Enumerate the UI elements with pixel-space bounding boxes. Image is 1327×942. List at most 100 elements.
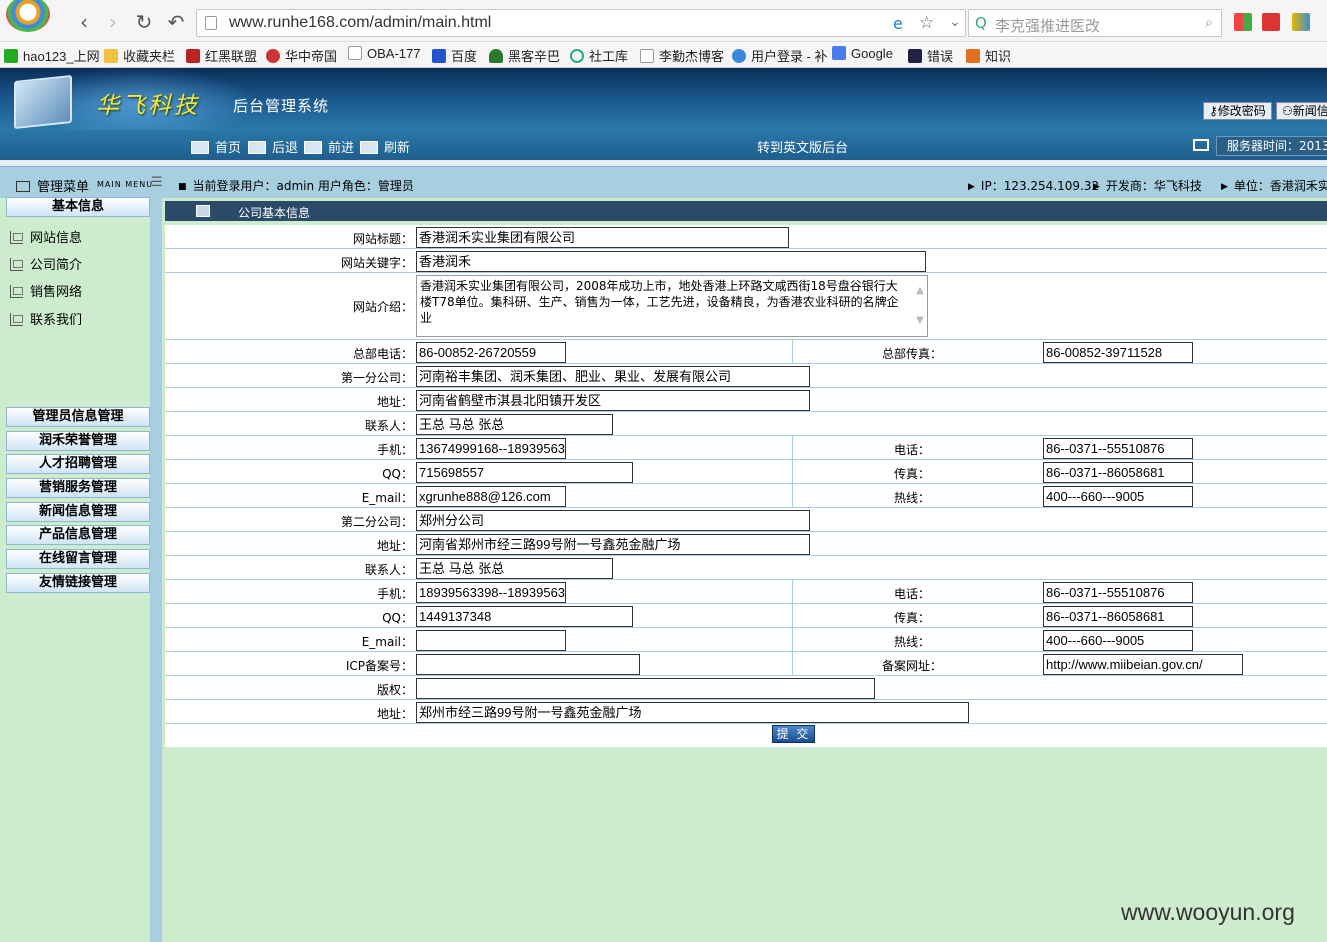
sidebar-group-recruit[interactable]: 人才招聘管理 xyxy=(6,454,150,474)
address-bar[interactable]: www.runhe168.com/admin/main.html e ☆ ⌄ xyxy=(196,9,966,37)
back-arrow-icon[interactable]: ‹ xyxy=(72,10,96,34)
bullet-icon: ■ xyxy=(178,182,187,192)
google-icon xyxy=(832,46,846,60)
branch2-name-input[interactable]: 郑州分公司 xyxy=(416,510,810,531)
reload-icon[interactable]: ↻ xyxy=(132,10,156,34)
arrow-icon: ▶ xyxy=(968,182,975,192)
bookmark-item[interactable]: hao123_上网 xyxy=(4,46,100,65)
bookmark-item[interactable]: 李勤杰博客 xyxy=(640,46,724,65)
sidebar-item-sales-network[interactable]: 销售网络 xyxy=(10,281,82,300)
company-info-form: 网站标题： 香港润禾实业集团有限公司 网站关键字： 香港润禾 网站介绍： 香港润… xyxy=(165,225,1327,747)
sidebar-group-admin[interactable]: 管理员信息管理 xyxy=(6,407,150,427)
keywords-input[interactable]: 香港润禾 xyxy=(416,251,926,272)
sidebar-group-honor[interactable]: 润禾荣誉管理 xyxy=(6,431,150,451)
back-button[interactable]: 后退 xyxy=(248,137,298,156)
branch2-mobile-input[interactable]: 18939563398--18939563 xyxy=(416,582,566,603)
bookmark-item[interactable]: 百度 xyxy=(432,46,477,65)
undo-icon[interactable]: ↶ xyxy=(164,10,188,34)
sidebar-group-links[interactable]: 友情链接管理 xyxy=(6,573,150,593)
branch1-fax-input[interactable]: 86--0371--86058681 xyxy=(1043,462,1193,483)
search-placeholder: 李克强推进医改 xyxy=(995,17,1101,35)
sidebar-group-messages[interactable]: 在线留言管理 xyxy=(6,549,150,569)
bookmark-item[interactable]: 红黑联盟 xyxy=(186,46,257,65)
url-text: www.runhe168.com/admin/main.html xyxy=(229,14,492,31)
bookmark-item[interactable]: 华中帝国 xyxy=(266,46,337,65)
panel-title: 公司基本信息 xyxy=(238,206,311,220)
icp-url-input[interactable]: http://www.miibeian.gov.cn/ xyxy=(1043,654,1243,675)
sidebar-group-products[interactable]: 产品信息管理 xyxy=(6,525,150,545)
form-row: 联系人： 王总 马总 张总 xyxy=(165,556,1327,580)
branch2-qq-label: QQ： xyxy=(382,611,413,625)
branch1-hotline-input[interactable]: 400---660---9005 xyxy=(1043,486,1193,507)
apps-icon[interactable] xyxy=(1234,13,1252,31)
intro-textarea[interactable]: 香港润禾实业集团有限公司，2008年成功上市，地处香港上环路文咸西街18号盘谷银… xyxy=(416,275,928,337)
edit-icon xyxy=(10,258,23,271)
bookmark-item[interactable]: 知识 xyxy=(966,46,1011,65)
company-logo: 华飞科技 xyxy=(96,93,200,119)
bookmark-item[interactable]: 错误 xyxy=(908,46,953,65)
sidebar-item-contact[interactable]: 联系我们 xyxy=(10,309,82,328)
refresh-button[interactable]: 刷新 xyxy=(360,137,410,156)
branch1-name-input[interactable]: 河南裕丰集团、润禾集团、肥业、果业、发展有限公司 xyxy=(416,366,810,387)
extension-icon[interactable] xyxy=(1292,13,1310,31)
arrow-icon: ▶ xyxy=(1221,182,1228,192)
forward-button[interactable]: 前进 xyxy=(304,137,354,156)
hq-fax-input[interactable]: 86-00852-39711528 xyxy=(1043,342,1193,363)
branch1-qq-input[interactable]: 715698557 xyxy=(416,462,633,483)
bookmark-item[interactable]: 用户登录 - 补 xyxy=(732,46,828,65)
bookmark-star-icon[interactable]: ☆ xyxy=(919,13,934,33)
branch2-email-label: E_mail： xyxy=(361,635,413,649)
sidebar-group-marketing[interactable]: 营销服务管理 xyxy=(6,478,150,498)
sidebar-group-news[interactable]: 新闻信息管理 xyxy=(6,502,150,522)
sidebar-item-company-intro[interactable]: 公司简介 xyxy=(10,254,82,273)
menu-title: 管理菜单 xyxy=(16,176,89,195)
form-row: 总部电话： 86-00852-26720559 总部传真： 86-00852-3… xyxy=(165,340,1327,364)
branch2-qq-input[interactable]: 1449137348 xyxy=(416,606,633,627)
bookmark-item[interactable]: OBA-177 xyxy=(348,46,420,61)
edit-icon xyxy=(10,231,23,244)
branch2-fax-input[interactable]: 86--0371--86058681 xyxy=(1043,606,1193,627)
panel-header: 公司基本信息 xyxy=(165,201,1327,221)
branch2-tel-input[interactable]: 86--0371--55510876 xyxy=(1043,582,1193,603)
news-info-button[interactable]: ⚇新闻信 xyxy=(1276,102,1327,120)
english-version-link[interactable]: 转到英文版后台 xyxy=(757,137,848,156)
branch1-tel-input[interactable]: 86--0371--55510876 xyxy=(1043,438,1193,459)
branch2-email-input[interactable] xyxy=(416,630,566,651)
forward-arrow-icon[interactable]: › xyxy=(101,10,125,34)
unit: ▶ 单位：香港润禾实 xyxy=(1221,179,1327,193)
sidebar-item-site-info[interactable]: 网站信息 xyxy=(10,227,82,246)
branch1-label: 第一分公司： xyxy=(340,371,413,385)
change-password-button[interactable]: ⚷修改密码 xyxy=(1203,102,1272,120)
scrollbar[interactable]: ▲ ▼ xyxy=(913,276,927,336)
branch1-address-input[interactable]: 河南省鹤壁市淇县北阳镇开发区 xyxy=(416,390,810,411)
branch2-hotline-input[interactable]: 400---660---9005 xyxy=(1043,630,1193,651)
sogou-icon[interactable] xyxy=(1262,13,1280,31)
branch2-contact-input[interactable]: 王总 马总 张总 xyxy=(416,558,613,579)
submit-button[interactable]: 提 交 xyxy=(772,725,815,743)
site-title-input[interactable]: 香港润禾实业集团有限公司 xyxy=(416,227,789,248)
icp-input[interactable] xyxy=(416,654,640,675)
branch1-qq-label: QQ： xyxy=(382,467,413,481)
search-go-icon[interactable]: ⌕ xyxy=(1205,15,1213,31)
branch1-contact-input[interactable]: 王总 马总 张总 xyxy=(416,414,613,435)
home-button[interactable]: 首页 xyxy=(191,137,241,156)
developer: ▶ 开发商：华飞科技 xyxy=(1093,179,1202,193)
hq-phone-input[interactable]: 86-00852-26720559 xyxy=(416,342,566,363)
search-input[interactable]: Q 李克强推进医改 ⌕ xyxy=(968,9,1222,37)
branch1-email-input[interactable]: xgrunhe888@126.com xyxy=(416,486,566,507)
ie-mode-icon[interactable]: e xyxy=(893,14,903,33)
keywords-label: 网站关键字： xyxy=(340,256,413,270)
address-input[interactable]: 郑州市经三路99号附一号鑫苑金融广场 xyxy=(416,702,969,723)
chevron-down-icon[interactable]: ⌄ xyxy=(949,14,961,30)
user-icon: ⚇ xyxy=(1282,104,1293,118)
bookmark-item[interactable]: 收藏夹栏 xyxy=(104,46,175,65)
edit-icon xyxy=(10,285,23,298)
bookmark-item[interactable]: 社工库 xyxy=(570,46,628,65)
sidebar-section-basic-info[interactable]: 基本信息 xyxy=(6,197,150,217)
branch2-address-input[interactable]: 河南省郑州市经三路99号附一号鑫苑金融广场 xyxy=(416,534,810,555)
bookmark-item[interactable]: Google xyxy=(832,46,893,61)
bookmark-item[interactable]: 黑客辛巴 xyxy=(489,46,560,65)
copyright-input[interactable] xyxy=(416,678,875,699)
branch1-fax-label: 传真： xyxy=(893,467,930,481)
branch1-mobile-input[interactable]: 13674999168--18939563398 xyxy=(416,438,566,459)
